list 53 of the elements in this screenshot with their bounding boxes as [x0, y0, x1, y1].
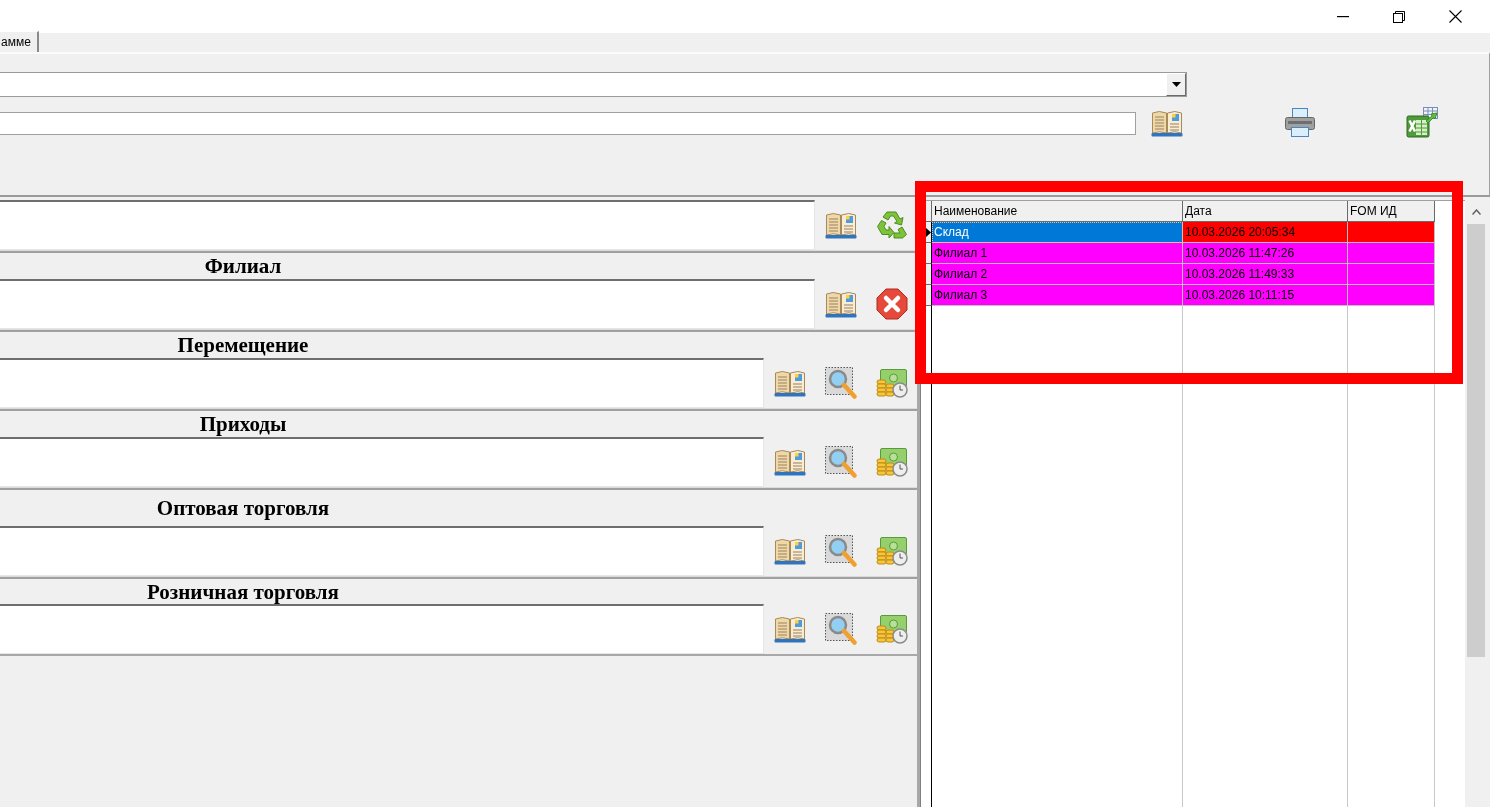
book-icon	[773, 369, 806, 397]
input-field[interactable]	[0, 437, 764, 487]
input-field[interactable]	[0, 526, 764, 576]
export-button[interactable]	[1404, 106, 1440, 140]
input-field[interactable]	[0, 200, 815, 250]
spreadsheet-export-icon	[1406, 107, 1438, 139]
delete-icon	[875, 288, 908, 320]
money-icon	[875, 614, 908, 644]
search-icon	[824, 367, 857, 399]
table-cell: 10.03.2026 11:47:26	[1183, 243, 1348, 264]
caret-down-icon	[1171, 82, 1181, 87]
book-icon	[773, 615, 806, 643]
restore-icon	[1393, 10, 1405, 23]
table-cell: Склад	[932, 222, 1183, 243]
section-heading: Филиал	[203, 254, 283, 278]
print-button[interactable]	[1282, 106, 1318, 140]
money-icon	[875, 447, 908, 477]
search-icon	[824, 535, 857, 567]
column-header[interactable]: Наименование	[932, 201, 1183, 222]
table-cell: Филиал 2	[932, 264, 1183, 285]
column-header[interactable]: Дата	[1183, 201, 1348, 222]
section-heading: Перемещение	[176, 333, 310, 357]
recycle-icon	[875, 210, 908, 240]
table-cell: 10.03.2026 10:11:15	[1183, 285, 1348, 306]
search-icon	[824, 446, 857, 478]
input-field[interactable]	[0, 279, 815, 329]
table-cell: 10.03.2026 20:05:34	[1183, 222, 1348, 243]
printer-icon	[1284, 107, 1316, 139]
close-icon	[1448, 10, 1462, 23]
dropdown-field[interactable]	[0, 72, 1187, 97]
table-cell: Филиал 1	[932, 243, 1183, 264]
book-icon	[824, 290, 857, 318]
section-heading: Приходы	[198, 412, 288, 436]
tab[interactable]: амме	[0, 31, 39, 52]
input-field[interactable]	[0, 358, 764, 408]
book-icon	[773, 448, 806, 476]
text-field[interactable]	[0, 111, 1136, 135]
money-icon	[875, 536, 908, 566]
section-heading: Оптовая торговля	[155, 496, 331, 520]
dropdown-button[interactable]	[1166, 73, 1186, 96]
book-icon	[1151, 109, 1183, 137]
money-icon	[875, 368, 908, 398]
column-header[interactable]: FOM ИД	[1348, 201, 1435, 222]
section-heading: Розничная торговля	[146, 579, 340, 604]
search-icon	[824, 613, 857, 645]
chevron-up-icon	[1471, 209, 1481, 215]
table-cell: Филиал 3	[932, 285, 1183, 306]
input-field[interactable]	[0, 604, 764, 654]
table-cell: 10.03.2026 11:49:33	[1183, 264, 1348, 285]
scrollbar-thumb[interactable]	[1467, 224, 1485, 657]
book-icon	[824, 211, 857, 239]
book-icon	[773, 537, 806, 565]
minimize-icon	[1337, 15, 1349, 18]
